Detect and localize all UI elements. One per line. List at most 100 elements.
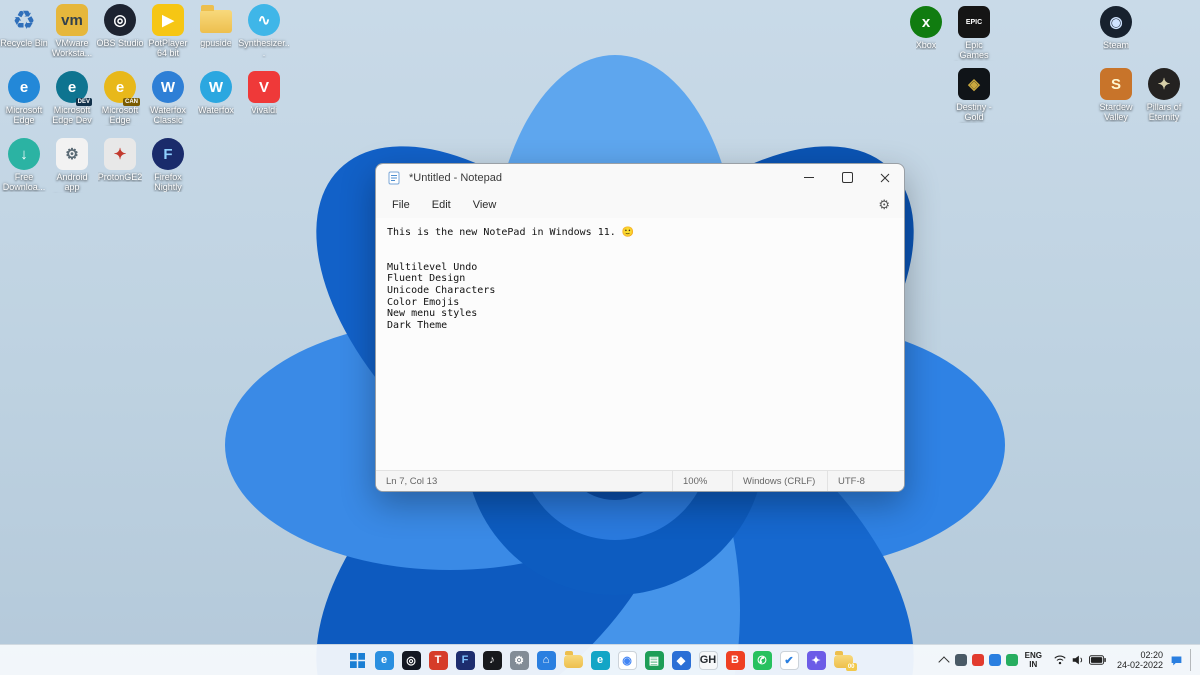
system-icons[interactable] — [1049, 650, 1110, 670]
epic-games-launcher-icon: EPIC — [958, 6, 990, 38]
microsoft-edge[interactable]: eMicrosoft Edge — [0, 71, 48, 138]
vivaldi[interactable]: VVivaldi — [240, 71, 288, 138]
show-desktop-button[interactable] — [1190, 649, 1194, 671]
zoom-level: 100% — [672, 471, 732, 491]
notepad-editor[interactable]: This is the new NotePad in Windows 11. 🙂… — [376, 218, 904, 470]
taskbar-browser-app[interactable]: ◉ — [615, 648, 639, 672]
taskbar-microsoft-store[interactable]: ⌂ — [534, 648, 558, 672]
taskbar-blue-app[interactable]: ◆ — [669, 648, 693, 672]
tray-app-3[interactable] — [989, 654, 1001, 666]
epic-games-launcher-label: Epic Games Launcher — [950, 40, 998, 61]
notepad-menubar: File Edit View ⚙ — [376, 191, 904, 218]
text-line: Multilevel Undo — [387, 262, 893, 274]
system-tray: ENG IN 02:20 24-02-2022 — [940, 645, 1194, 675]
taskbar-red-app[interactable]: T — [426, 648, 450, 672]
settings-gear-icon[interactable]: ⚙ — [878, 197, 890, 213]
synthesizer-v-label: Synthesizer... — [238, 38, 290, 58]
microsoft-edge-icon: e — [8, 71, 40, 103]
taskbar-dark-app[interactable]: ♪ — [480, 648, 504, 672]
firefox-nightly[interactable]: FFirefox Nightly — [144, 138, 192, 205]
potplayer[interactable]: ▶PotPlayer 64 bit — [144, 4, 192, 71]
recycle-bin[interactable]: ♻Recycle Bin — [0, 4, 48, 71]
battery-icon — [1089, 655, 1106, 665]
microsoft-edge-icon: e — [375, 651, 394, 670]
taskbar-gray-app[interactable]: ⚙ — [507, 648, 531, 672]
taskbar-orange-app[interactable]: B — [723, 648, 747, 672]
waterfox[interactable]: WWaterfox — [192, 71, 240, 138]
taskbar-purple-app[interactable]: ✦ — [804, 648, 828, 672]
language-indicator[interactable]: ENG IN — [1025, 651, 1042, 669]
microsoft-edge-canary[interactable]: eCANMicrosoft Edge Canary — [96, 71, 144, 138]
waterfox-classic[interactable]: WWaterfox Classic — [144, 71, 192, 138]
menu-edit[interactable]: Edit — [422, 196, 461, 214]
xbox[interactable]: xXbox — [902, 6, 950, 50]
taskbar-firefox-nightly[interactable]: F — [453, 648, 477, 672]
stardew-valley[interactable]: SStardew Valley — [1092, 68, 1140, 122]
file-explorer-icon — [564, 655, 583, 668]
red-app-icon: T — [429, 651, 448, 670]
language-line1: ENG — [1025, 651, 1042, 660]
pillars-of-eternity[interactable]: ✦Pillars of Eternity — [1140, 68, 1188, 122]
microsoft-edge-dev-icon: eDEV — [56, 71, 88, 103]
obs-studio-icon: ◎ — [104, 4, 136, 36]
waterfox-icon: W — [200, 71, 232, 103]
gpuside-folder[interactable]: gpuside — [192, 4, 240, 71]
tray-chevron-up-icon[interactable] — [938, 656, 949, 667]
microsoft-edge-dev[interactable]: eDEVMicrosoft Edge Dev — [48, 71, 96, 138]
taskbar-check-app[interactable]: ✔ — [777, 648, 801, 672]
destiny-gold-edition[interactable]: ◈Destiny - Gold Edition — [950, 68, 998, 123]
encoding: UTF-8 — [827, 471, 904, 491]
text-line: This is the new NotePad in Windows 11. 🙂 — [387, 227, 893, 239]
taskbar-downloads-folder[interactable]: 00 — [831, 648, 855, 672]
synthesizer-v[interactable]: ∿Synthesizer... — [240, 4, 288, 71]
dark-app-icon: ♪ — [483, 651, 502, 670]
obs-studio-icon: ◎ — [402, 651, 421, 670]
gray-app-icon: ⚙ — [510, 651, 529, 670]
firefox-nightly-icon: F — [152, 138, 184, 170]
tray-app-2[interactable] — [972, 654, 984, 666]
android-app-installer[interactable]: ⚙Android app installe... — [48, 138, 96, 205]
close-icon — [880, 173, 890, 183]
taskbar-microsoft-edge-dev[interactable]: e — [588, 648, 612, 672]
free-download-manager[interactable]: ↓Free Downloa... — [0, 138, 48, 205]
downloads-folder-icon: 00 — [834, 655, 853, 668]
taskbar-microsoft-edge[interactable]: e — [372, 648, 396, 672]
pillars-of-eternity-icon: ✦ — [1148, 68, 1180, 100]
line-ending: Windows (CRLF) — [732, 471, 827, 491]
taskbar-obs-studio[interactable]: ◎ — [399, 648, 423, 672]
vmware-workstation[interactable]: vmVMware Worksta... — [48, 4, 96, 71]
taskbar-github-desktop[interactable]: GH — [696, 648, 720, 672]
firefox-nightly-icon: F — [456, 651, 475, 670]
menu-view[interactable]: View — [463, 196, 507, 214]
epic-games-launcher[interactable]: EPICEpic Games Launcher — [950, 6, 998, 61]
gpuside-folder-icon — [200, 10, 232, 33]
volume-icon — [1071, 653, 1085, 667]
vivaldi-icon: V — [248, 71, 280, 103]
vmware-workstation-label: VMware Worksta... — [48, 38, 96, 58]
minimize-button[interactable] — [790, 164, 828, 191]
maximize-button[interactable] — [828, 164, 866, 191]
notification-icon[interactable] — [1170, 654, 1183, 667]
tray-app-1[interactable] — [955, 654, 967, 666]
taskbar-spreadsheet-app[interactable]: ▤ — [642, 648, 666, 672]
destiny-gold-edition-label: Destiny - Gold Edition — [950, 102, 998, 123]
protonge2[interactable]: ✦ProtonGE2 — [96, 138, 144, 205]
firefox-nightly-label: Firefox Nightly — [144, 172, 192, 192]
steam[interactable]: ◉Steam — [1092, 6, 1140, 50]
downloads-folder-badge: 00 — [846, 663, 857, 671]
clock[interactable]: 02:20 24-02-2022 — [1117, 650, 1163, 670]
notepad-titlebar[interactable]: *Untitled - Notepad — [376, 164, 904, 191]
taskbar-whatsapp[interactable]: ✆ — [750, 648, 774, 672]
potplayer-icon: ▶ — [152, 4, 184, 36]
close-button[interactable] — [866, 164, 904, 191]
maximize-icon — [842, 172, 853, 183]
text-line: Unicode Characters — [387, 285, 893, 297]
xbox-label: Xbox — [916, 40, 937, 50]
tray-app-4[interactable] — [1006, 654, 1018, 666]
menu-file[interactable]: File — [382, 196, 420, 214]
taskbar-file-explorer[interactable] — [561, 648, 585, 672]
obs-studio[interactable]: ◎OBS Studio — [96, 4, 144, 71]
microsoft-edge-canary-label: Microsoft Edge Canary — [96, 105, 144, 126]
taskbar-start[interactable] — [345, 648, 369, 672]
text-line — [387, 239, 893, 251]
